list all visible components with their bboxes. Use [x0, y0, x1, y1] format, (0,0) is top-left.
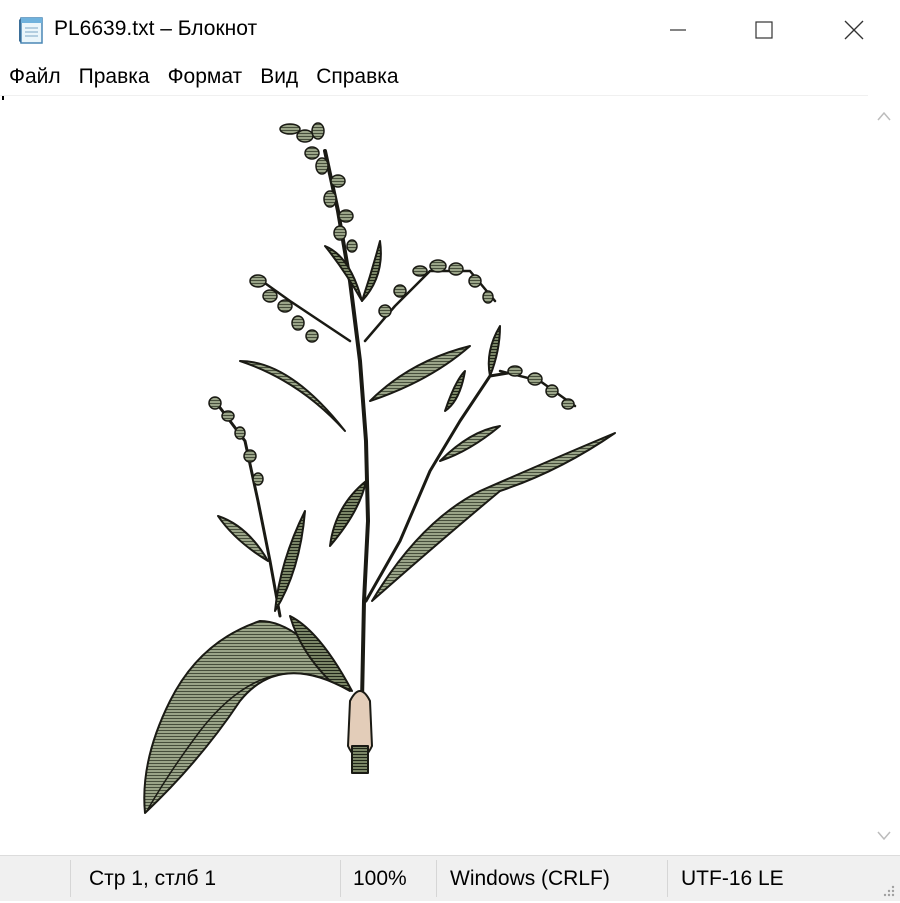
text-editor[interactable] — [0, 95, 868, 856]
menu-edit[interactable]: Правка — [70, 60, 159, 94]
text-caret — [2, 96, 4, 100]
notepad-icon — [16, 15, 46, 45]
menu-view[interactable]: Вид — [251, 60, 307, 94]
status-bar: Стр 1, стлб 1 100% Windows (CRLF) UTF-16… — [0, 855, 900, 901]
close-icon — [844, 20, 864, 40]
maximize-button[interactable] — [718, 0, 810, 60]
status-divider — [340, 860, 341, 897]
encoding: UTF-16 LE — [681, 867, 784, 890]
window-title: PL6639.txt – Блокнот — [54, 17, 258, 40]
status-divider — [436, 860, 437, 897]
status-divider — [70, 860, 71, 897]
status-divider — [667, 860, 668, 897]
menu-help[interactable]: Справка — [307, 60, 407, 94]
cursor-position: Стр 1, стлб 1 — [89, 867, 217, 890]
menu-format[interactable]: Формат — [159, 60, 252, 94]
menu-bar: Файл Правка Формат Вид Справка — [0, 60, 900, 94]
zoom-level: 100% — [353, 867, 407, 890]
line-endings: Windows (CRLF) — [450, 867, 610, 890]
menu-file[interactable]: Файл — [0, 60, 70, 94]
minimize-icon — [670, 29, 686, 31]
plant-illustration — [143, 122, 616, 814]
vertical-scrollbar[interactable] — [868, 95, 900, 855]
close-button[interactable] — [808, 0, 900, 60]
chevron-up-icon — [877, 111, 891, 121]
resize-grip-icon[interactable] — [880, 882, 896, 898]
chevron-down-icon — [877, 831, 891, 841]
scroll-up-button[interactable] — [868, 101, 900, 131]
title-bar[interactable]: PL6639.txt – Блокнот — [0, 0, 900, 60]
maximize-icon — [755, 21, 773, 39]
scroll-down-button[interactable] — [868, 821, 900, 851]
minimize-button[interactable] — [632, 0, 724, 60]
